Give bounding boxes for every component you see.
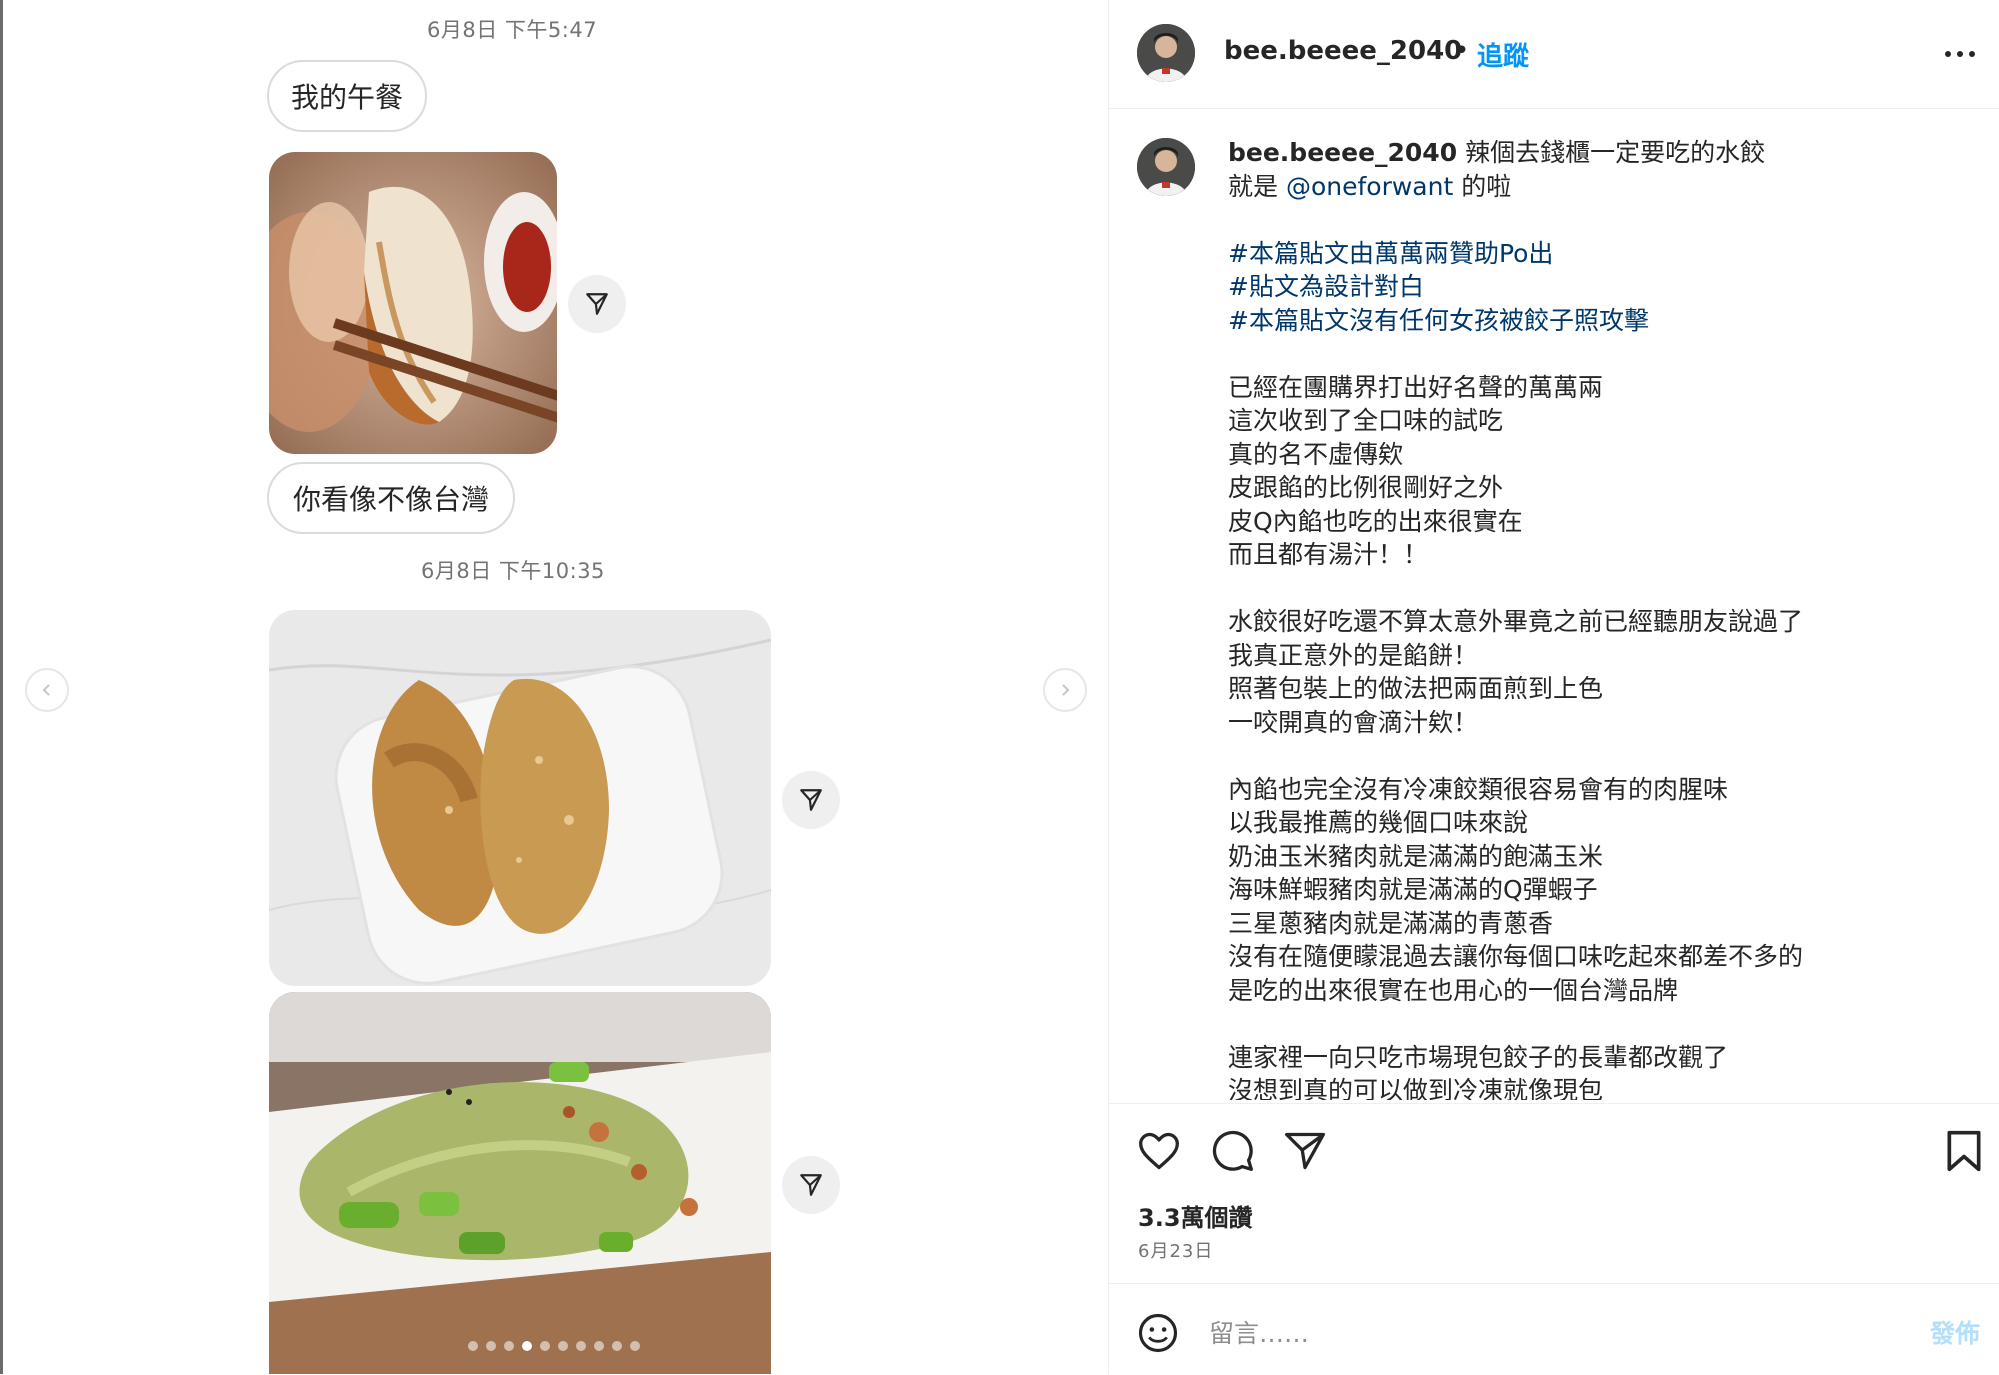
caption-line: 照著包裝上的做法把兩面煎到上色 (1228, 674, 1604, 703)
caption-line: 我真正意外的是餡餅！ (1228, 640, 1479, 670)
share-post-button[interactable] (1283, 1129, 1327, 1177)
carousel-dot (576, 1341, 586, 1351)
carousel-dot (558, 1341, 568, 1351)
caption-line: 是吃的出來很實在也用心的一個台灣品牌 (1228, 975, 1679, 1005)
caption-line: 這次收到了全口味的試吃 (1228, 406, 1504, 435)
caption-line: 奶油玉米豬肉就是滿滿的飽滿玉米 (1228, 841, 1604, 871)
share-button[interactable] (782, 771, 840, 829)
comment-icon (1212, 1130, 1253, 1171)
caption-text: 辣個去錢櫃一定要吃的水餃 (1465, 138, 1766, 167)
caption-line: 水餃很好吃還不算太意外畢竟之前已經聽朋友說過了 (1228, 607, 1804, 636)
carousel-dot (468, 1341, 478, 1351)
carousel-dot (612, 1341, 622, 1351)
caption-line: 而且都有湯汁！！ (1228, 540, 1429, 569)
send-icon (586, 293, 608, 315)
heart-icon (1139, 1132, 1179, 1170)
carousel-dot (504, 1341, 514, 1351)
caption-text: 就是 (1228, 171, 1286, 201)
caption-line: 已經在團購界打出好名聲的萬萬兩 (1228, 372, 1604, 402)
fried-pies-photo (269, 610, 771, 986)
chevron-left-icon (42, 684, 50, 696)
caption-line: 以我最推薦的幾個口味來說 (1228, 808, 1529, 837)
hashtag-link[interactable]: #本篇貼文沒有任何女孩被餃子照攻擊 (1228, 304, 1968, 338)
green-dumplings-photo (269, 992, 771, 1374)
carousel-dot (630, 1341, 640, 1351)
avatar[interactable] (1137, 24, 1195, 82)
dumpling-chopsticks-photo (269, 152, 557, 454)
post-caption: bee.beeee_2040 辣個去錢櫃一定要吃的水餃 就是 @oneforwa… (1228, 136, 1968, 1100)
more-options-button[interactable] (1945, 51, 1975, 57)
send-icon (800, 1174, 822, 1196)
caption-line: 連家裡一向只吃市場現包餃子的長輩都改觀了 (1228, 1042, 1729, 1072)
carousel-next-button[interactable] (1043, 668, 1087, 712)
chat-bubble: 我的午餐 (267, 60, 427, 132)
carousel-dot (594, 1341, 604, 1351)
caption-line: 真的名不虛傳欸 (1228, 439, 1404, 469)
caption-line: 皮跟餡的比例很剛好之外 (1228, 473, 1504, 502)
emoji-button[interactable] (1137, 1312, 1179, 1358)
save-button[interactable] (1944, 1129, 1984, 1177)
carousel-dot (540, 1341, 550, 1351)
comment-button[interactable] (1211, 1129, 1255, 1177)
caption-avatar[interactable] (1137, 138, 1195, 196)
chat-bubble: 你看像不像台灣 (267, 462, 515, 534)
caption-line: 沒想到真的可以做到冷凍就像現包 (1228, 1076, 1604, 1100)
bookmark-icon (1947, 1130, 1981, 1172)
mention-link[interactable]: @oneforwant (1286, 172, 1453, 201)
caption-line: 沒有在隨便矇混過去讓你每個口味吃起來都差不多的 (1228, 942, 1804, 971)
post-media[interactable]: 6月8日 下午5:47 我的午餐 你看像不像台灣 6月8日 下午10:35 (3, 0, 1108, 1374)
carousel-dot (522, 1341, 532, 1351)
carousel-indicator (468, 1341, 640, 1351)
caption-line: 內餡也完全沒有冷凍餃類很容易會有的肉腥味 (1228, 774, 1729, 804)
share-button[interactable] (782, 1156, 840, 1214)
caption-text: 的啦 (1453, 171, 1512, 201)
action-bar (1109, 1103, 1999, 1284)
caption-line: 一咬開真的會滴汁欸！ (1228, 707, 1479, 737)
caption-username[interactable]: bee.beeee_2040 (1228, 138, 1457, 167)
more-icon (1945, 51, 1951, 57)
chat-timestamp: 6月8日 下午5:47 (427, 18, 598, 42)
username-link[interactable]: bee.beeee_2040 (1224, 36, 1462, 66)
chevron-right-icon (1062, 684, 1070, 696)
chat-timestamp: 6月8日 下午10:35 (421, 559, 605, 583)
carousel-dot (486, 1341, 496, 1351)
share-button[interactable] (568, 275, 626, 333)
emoji-icon (1138, 1313, 1178, 1353)
carousel-prev-button[interactable] (25, 668, 69, 712)
post-date: 6月23日 (1138, 1241, 1214, 1262)
comment-input[interactable]: 留言…… (1209, 1314, 1309, 1350)
hashtag-link[interactable]: #本篇貼文由萬萬兩贊助Po出 (1228, 237, 1968, 271)
hashtag-link[interactable]: #貼文為設計對白 (1228, 270, 1968, 304)
follow-button[interactable]: 追蹤 (1477, 36, 1529, 73)
send-icon (1285, 1132, 1325, 1170)
caption-line: 皮Q內餡也吃的出來很實在 (1228, 506, 1523, 536)
post-panel: bee.beeee_2040 • 追蹤 bee.beeee_2040 辣個去錢櫃… (1108, 0, 1999, 1374)
comment-bar: 留言…… 發佈 (1109, 1283, 1999, 1375)
caption-line: 三星蔥豬肉就是滿滿的青蔥香 (1228, 908, 1554, 938)
caption-line: 海味鮮蝦豬肉就是滿滿的Q彈蝦子 (1228, 875, 1598, 904)
post-comment-button[interactable]: 發佈 (1930, 1314, 1980, 1350)
separator-dot: • (1454, 36, 1470, 66)
send-icon (800, 789, 822, 811)
like-button[interactable] (1137, 1129, 1181, 1177)
post-header: bee.beeee_2040 • 追蹤 (1109, 0, 1999, 109)
like-count[interactable]: 3.3萬個讚 (1138, 1198, 1253, 1233)
